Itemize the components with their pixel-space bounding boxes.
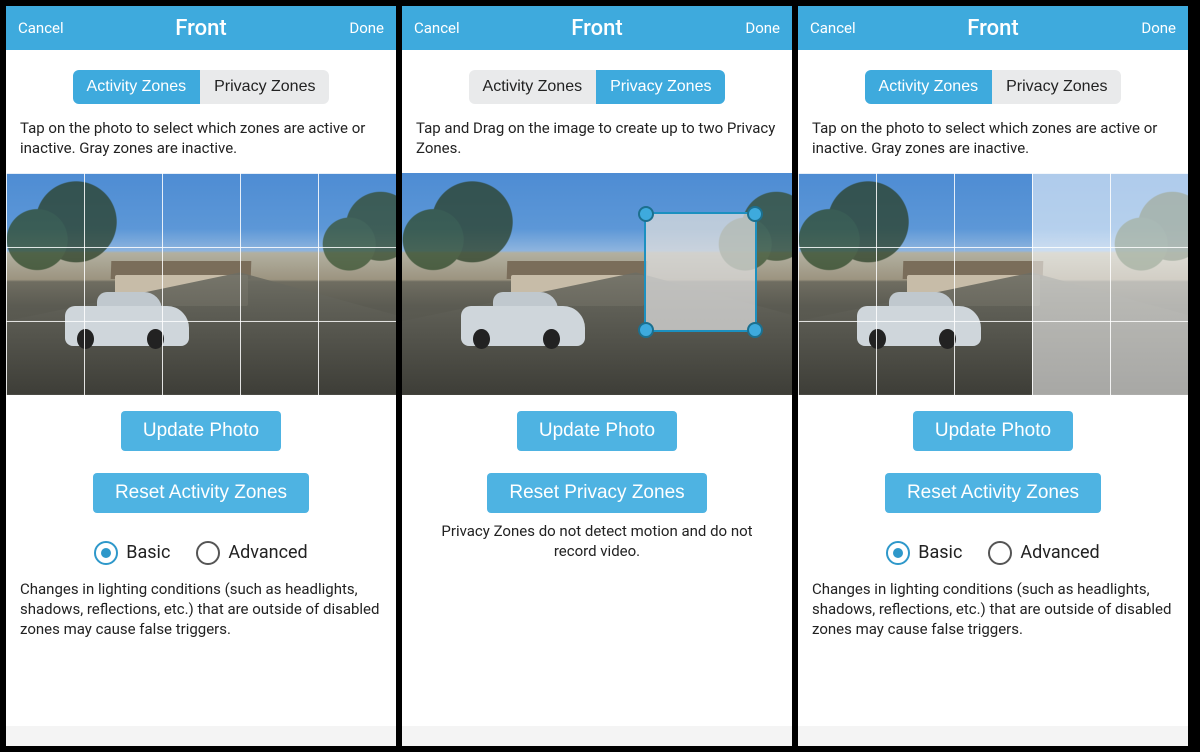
done-button[interactable]: Done xyxy=(745,19,780,37)
bottom-bar xyxy=(798,726,1188,746)
bottom-bar xyxy=(402,726,792,746)
tab-activity-zones[interactable]: Activity Zones xyxy=(469,70,597,104)
bottom-bar xyxy=(6,726,396,746)
page-title: Front xyxy=(402,16,792,41)
radio-advanced-label: Advanced xyxy=(228,542,307,563)
radio-advanced-label: Advanced xyxy=(1020,542,1099,563)
camera-image[interactable] xyxy=(798,173,1188,395)
update-photo-button[interactable]: Update Photo xyxy=(517,411,677,451)
radio-advanced[interactable]: Advanced xyxy=(988,541,1099,565)
zone-type-segmented: Activity Zones Privacy Zones xyxy=(865,70,1122,104)
tab-privacy-zones[interactable]: Privacy Zones xyxy=(992,70,1121,104)
tab-privacy-zones[interactable]: Privacy Zones xyxy=(200,70,329,104)
privacy-note: Privacy Zones do not detect motion and d… xyxy=(402,513,792,562)
resize-handle-tr[interactable] xyxy=(747,206,763,222)
radio-checked-icon xyxy=(886,541,910,565)
reset-activity-zones-button[interactable]: Reset Activity Zones xyxy=(885,473,1101,513)
instruction-text: Tap on the photo to select which zones a… xyxy=(6,118,396,173)
tab-activity-zones[interactable]: Activity Zones xyxy=(865,70,993,104)
resize-handle-br[interactable] xyxy=(747,322,763,338)
zone-type-segmented: Activity Zones Privacy Zones xyxy=(469,70,726,104)
resize-handle-tl[interactable] xyxy=(638,206,654,222)
instruction-text: Tap and Drag on the image to create up t… xyxy=(402,118,792,173)
activity-note: Changes in lighting conditions (such as … xyxy=(798,565,1188,640)
radio-basic[interactable]: Basic xyxy=(886,541,962,565)
pane-activity-right-inactive: Cancel Front Done Activity Zones Privacy… xyxy=(798,6,1194,746)
inactive-zone-col-5[interactable] xyxy=(1110,173,1188,395)
camera-image[interactable] xyxy=(402,173,792,395)
radio-advanced[interactable]: Advanced xyxy=(196,541,307,565)
reset-activity-zones-button[interactable]: Reset Activity Zones xyxy=(93,473,309,513)
cancel-button[interactable]: Cancel xyxy=(18,19,64,37)
activity-note: Changes in lighting conditions (such as … xyxy=(6,565,396,640)
pane-activity-all-active: Cancel Front Done Activity Zones Privacy… xyxy=(6,6,402,746)
radio-basic-label: Basic xyxy=(918,542,962,563)
mode-radio-group: Basic Advanced xyxy=(798,541,1188,565)
page-title: Front xyxy=(798,16,1188,41)
radio-basic[interactable]: Basic xyxy=(94,541,170,565)
activity-grid[interactable] xyxy=(6,173,396,395)
done-button[interactable]: Done xyxy=(1141,19,1176,37)
tab-privacy-zones[interactable]: Privacy Zones xyxy=(596,70,725,104)
privacy-zone-rect[interactable] xyxy=(644,212,757,331)
header: Cancel Front Done xyxy=(798,6,1188,50)
radio-checked-icon xyxy=(94,541,118,565)
inactive-zone-col-4[interactable] xyxy=(1032,173,1110,395)
instruction-text: Tap on the photo to select which zones a… xyxy=(798,118,1188,173)
header: Cancel Front Done xyxy=(402,6,792,50)
radio-unchecked-icon xyxy=(196,541,220,565)
cancel-button[interactable]: Cancel xyxy=(414,19,460,37)
reset-privacy-zones-button[interactable]: Reset Privacy Zones xyxy=(487,473,706,513)
radio-basic-label: Basic xyxy=(126,542,170,563)
radio-unchecked-icon xyxy=(988,541,1012,565)
tab-activity-zones[interactable]: Activity Zones xyxy=(73,70,201,104)
header: Cancel Front Done xyxy=(6,6,396,50)
pane-privacy-zones: Cancel Front Done Activity Zones Privacy… xyxy=(402,6,798,746)
zone-type-segmented: Activity Zones Privacy Zones xyxy=(73,70,330,104)
camera-image[interactable] xyxy=(6,173,396,395)
cancel-button[interactable]: Cancel xyxy=(810,19,856,37)
resize-handle-bl[interactable] xyxy=(638,322,654,338)
update-photo-button[interactable]: Update Photo xyxy=(913,411,1073,451)
page-title: Front xyxy=(6,16,396,41)
mode-radio-group: Basic Advanced xyxy=(6,541,396,565)
update-photo-button[interactable]: Update Photo xyxy=(121,411,281,451)
done-button[interactable]: Done xyxy=(349,19,384,37)
